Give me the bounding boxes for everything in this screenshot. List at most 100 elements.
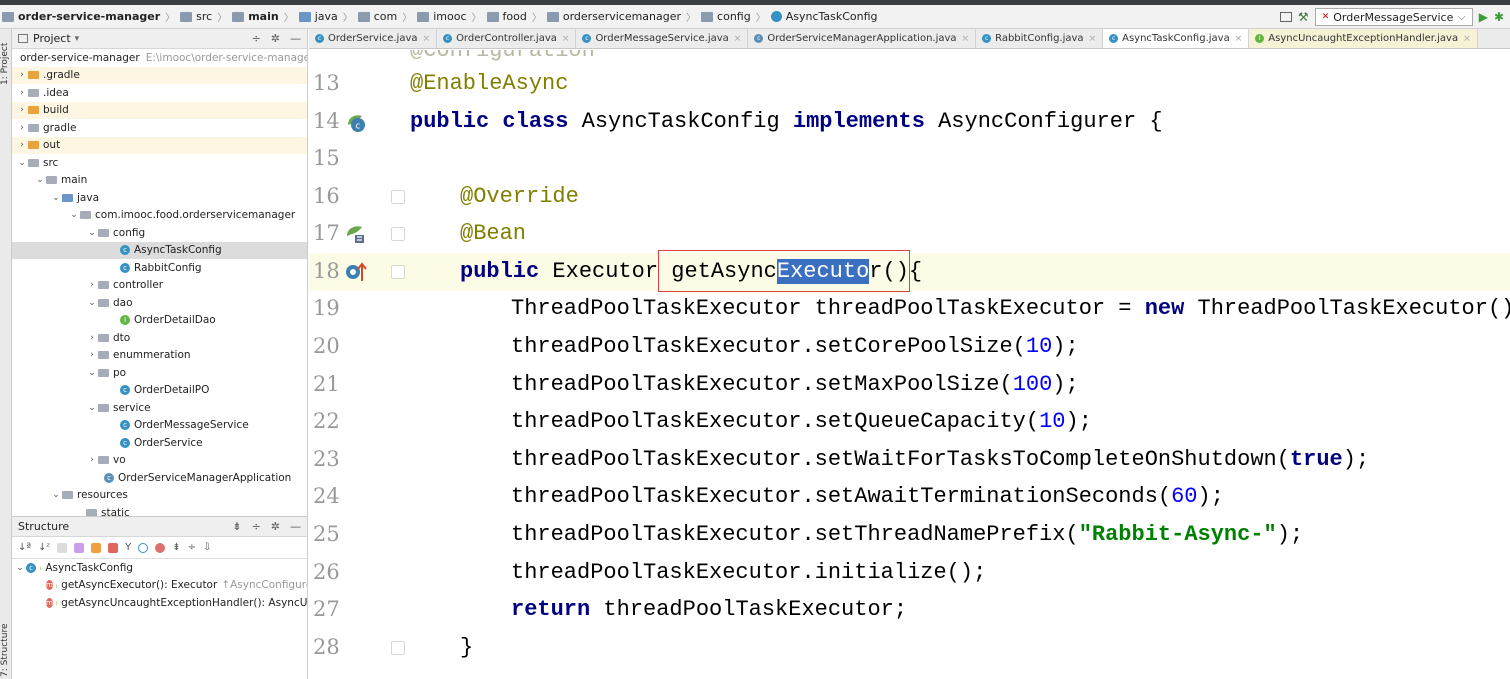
fold-marker[interactable] bbox=[391, 641, 405, 655]
tree-item[interactable]: › .idea bbox=[12, 84, 307, 102]
chevron-down-icon[interactable]: ⌄ bbox=[86, 298, 98, 308]
chevron-down-icon[interactable]: ⌄ bbox=[16, 158, 28, 168]
tree-item[interactable]: ⌄ po bbox=[12, 364, 307, 382]
tree-item[interactable]: › out bbox=[12, 136, 307, 154]
show-lambdas-icon[interactable] bbox=[155, 542, 166, 553]
spring-bean-gutter-icon[interactable]: c bbox=[345, 111, 367, 133]
sort-by-visibility-icon[interactable]: ↓ª bbox=[18, 542, 31, 553]
minimize-icon[interactable]: — bbox=[290, 520, 301, 533]
debug-icon[interactable]: ✱ bbox=[1494, 10, 1504, 24]
expand-all-icon[interactable]: ⇟ bbox=[172, 542, 180, 553]
close-icon[interactable]: × bbox=[1463, 34, 1471, 44]
breadcrumb-item[interactable]: java bbox=[298, 10, 338, 23]
structure-method[interactable]: m ₗ getAsyncUncaughtExceptionHandler(): As… bbox=[12, 594, 307, 612]
tree-item[interactable]: ⌄ resources bbox=[12, 487, 307, 505]
chevron-right-icon[interactable]: › bbox=[16, 88, 28, 98]
show-anonymous-icon[interactable] bbox=[138, 542, 149, 553]
collapse-all-icon[interactable]: ÷ bbox=[252, 32, 261, 45]
breadcrumb-item[interactable]: com bbox=[357, 10, 397, 23]
close-icon[interactable]: × bbox=[562, 34, 570, 44]
tree-item-selected[interactable]: c AsyncTaskConfig bbox=[12, 241, 307, 259]
breadcrumb-item[interactable]: food bbox=[486, 10, 527, 23]
chevron-right-icon[interactable]: › bbox=[86, 350, 98, 360]
fold-marker[interactable] bbox=[391, 227, 405, 241]
run-icon[interactable]: ▶ bbox=[1479, 10, 1488, 24]
fold-marker[interactable] bbox=[391, 190, 405, 204]
tree-item[interactable]: static bbox=[12, 504, 307, 516]
tree-item[interactable]: c RabbitConfig bbox=[12, 259, 307, 277]
tree-item[interactable]: › build bbox=[12, 101, 307, 119]
collapse-all-icon[interactable]: ÷ bbox=[188, 542, 196, 553]
show-properties-icon[interactable] bbox=[74, 542, 85, 553]
structure-tool-tab[interactable]: 7: Structure bbox=[0, 619, 12, 678]
tree-item[interactable]: order-service-manager E:\imooc\order-serv… bbox=[12, 49, 307, 67]
breadcrumb-item[interactable]: imooc bbox=[417, 10, 467, 23]
structure-root[interactable]: ⌄ c ₗ AsyncTaskConfig bbox=[12, 559, 307, 577]
editor-tab[interactable]: c OrderController.java × bbox=[437, 29, 577, 48]
tree-item[interactable]: c OrderServiceManagerApplication bbox=[12, 469, 307, 487]
chevron-down-icon[interactable]: ⌄ bbox=[34, 175, 46, 185]
tree-item[interactable]: ⌄ java bbox=[12, 189, 307, 207]
close-icon[interactable]: × bbox=[734, 34, 742, 44]
chevron-right-icon[interactable]: › bbox=[16, 123, 28, 133]
show-fields-icon[interactable] bbox=[91, 542, 102, 553]
chevron-down-icon[interactable]: ⌄ bbox=[86, 368, 98, 378]
chevron-right-icon[interactable]: › bbox=[86, 333, 98, 343]
layout-icon[interactable] bbox=[1279, 12, 1292, 22]
code-editor[interactable]: @Configuration 13 @EnableAsync 14 c publ… bbox=[309, 50, 1510, 679]
chevron-down-icon[interactable]: ⌄ bbox=[50, 193, 62, 203]
show-inherited-icon[interactable] bbox=[57, 542, 68, 553]
collapse-all-icon[interactable]: ÷ bbox=[252, 520, 261, 533]
override-method-gutter-icon[interactable] bbox=[345, 261, 367, 283]
tree-item[interactable]: ⌄ src bbox=[12, 154, 307, 172]
editor-tab[interactable]: c RabbitConfig.java × bbox=[976, 29, 1104, 48]
tree-item[interactable]: › vo bbox=[12, 452, 307, 470]
filter-icon[interactable]: Y bbox=[125, 542, 131, 553]
chevron-right-icon[interactable]: › bbox=[16, 140, 28, 150]
chevron-down-icon[interactable]: ⌄ bbox=[68, 210, 80, 220]
breadcrumb-item[interactable]: AsyncTaskConfig bbox=[770, 10, 878, 23]
expand-all-icon[interactable]: ⇟ bbox=[232, 520, 241, 533]
tree-item[interactable]: c OrderMessageService bbox=[12, 417, 307, 435]
gear-icon[interactable]: ✲ bbox=[271, 520, 280, 533]
breadcrumb-item[interactable]: config bbox=[701, 10, 751, 23]
editor-tab[interactable]: c OrderServiceManagerApplication.java × bbox=[748, 29, 977, 48]
editor-tab-active[interactable]: c AsyncTaskConfig.java × bbox=[1103, 29, 1250, 48]
tree-item[interactable]: I OrderDetailDao bbox=[12, 312, 307, 330]
hammer-icon[interactable]: ⚒ bbox=[1298, 10, 1309, 24]
structure-method[interactable]: m ₗ getAsyncExecutor(): Executor ↑AsyncConf… bbox=[12, 577, 307, 595]
close-icon[interactable]: × bbox=[423, 34, 431, 44]
fold-marker[interactable] bbox=[389, 77, 403, 91]
gear-icon[interactable]: ✲ bbox=[271, 32, 280, 45]
breadcrumb-item[interactable]: src bbox=[180, 10, 212, 23]
chevron-down-icon[interactable]: ⌄ bbox=[50, 490, 62, 500]
run-configuration-select[interactable]: ✕ OrderMessageService ⌵ bbox=[1314, 8, 1473, 26]
editor-tab[interactable]: c OrderService.java × bbox=[309, 29, 438, 48]
tree-item[interactable]: ⌄ com.imooc.food.orderservicemanager bbox=[12, 207, 307, 225]
chevron-down-icon[interactable]: ▾ bbox=[75, 34, 80, 44]
tree-item[interactable]: › .gradle bbox=[12, 66, 307, 84]
fold-marker[interactable] bbox=[391, 265, 405, 279]
chevron-right-icon[interactable]: › bbox=[16, 105, 28, 115]
tree-item[interactable]: › dto bbox=[12, 329, 307, 347]
chevron-down-icon[interactable]: ⌄ bbox=[86, 403, 98, 413]
tree-item[interactable]: ⌄ dao bbox=[12, 294, 307, 312]
breadcrumb-item[interactable]: order-service-manager bbox=[2, 10, 160, 23]
sort-alphabetically-icon[interactable]: ↓ᶻ bbox=[38, 542, 50, 553]
chevron-down-icon[interactable]: ⌄ bbox=[86, 228, 98, 238]
chevron-down-icon[interactable]: ⌄ bbox=[14, 563, 26, 573]
editor-tab[interactable]: I AsyncUncaughtExceptionHandler.java × bbox=[1249, 29, 1478, 48]
chevron-right-icon[interactable]: › bbox=[16, 70, 28, 80]
tree-item[interactable]: ⌄ service bbox=[12, 399, 307, 417]
spring-bean-gutter-icon[interactable] bbox=[345, 223, 367, 245]
tree-item[interactable]: ⌄ config bbox=[12, 224, 307, 242]
editor-tab[interactable]: c OrderMessageService.java × bbox=[576, 29, 749, 48]
breadcrumb-item[interactable]: orderservicemanager bbox=[546, 10, 681, 23]
project-tool-tab[interactable]: 1: Project bbox=[0, 35, 12, 85]
close-icon[interactable]: × bbox=[1235, 34, 1243, 44]
minimize-icon[interactable]: — bbox=[290, 32, 301, 45]
tree-item[interactable]: c OrderDetailPO bbox=[12, 382, 307, 400]
show-non-public-icon[interactable] bbox=[108, 542, 119, 553]
close-icon[interactable]: × bbox=[962, 34, 970, 44]
tree-item[interactable]: › enummeration bbox=[12, 347, 307, 365]
